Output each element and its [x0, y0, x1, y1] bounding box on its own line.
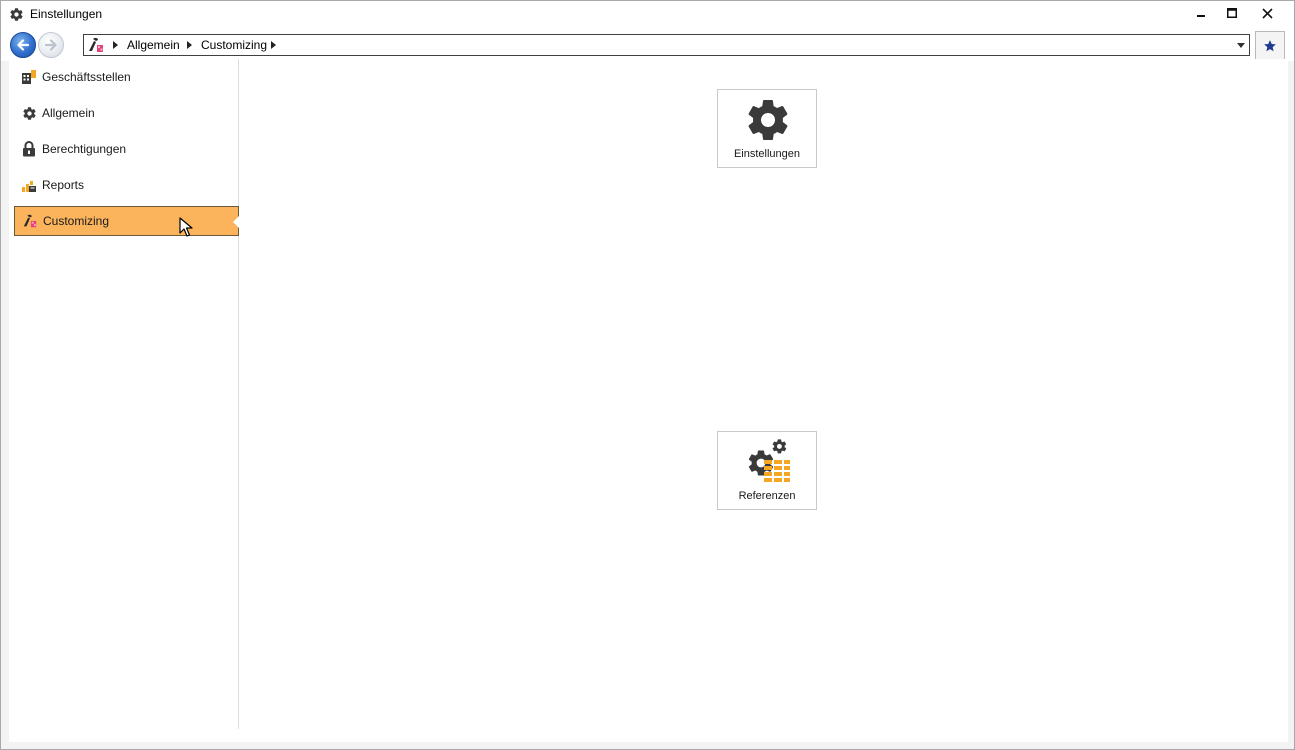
gear-icon	[10, 8, 23, 21]
sidebar-item-customizing[interactable]: Customizing	[14, 206, 239, 236]
sidebar-item-label: Berechtigungen	[42, 142, 127, 156]
gear-icon	[748, 100, 788, 141]
references-icon	[748, 439, 790, 482]
gear-icon	[21, 105, 37, 121]
minimize-button[interactable]	[1187, 1, 1217, 25]
tile-label: Referenzen	[738, 490, 796, 502]
active-indicator	[233, 216, 239, 228]
navigation-bar: Allgemein Customizing	[1, 28, 1294, 61]
reports-icon	[21, 177, 37, 193]
window-title: Einstellungen	[30, 7, 103, 21]
sidebar-item-geschaeftsstellen[interactable]: Geschäftsstellen	[14, 62, 239, 92]
sidebar-item-label: Customizing	[43, 214, 110, 228]
sidebar: Geschäftsstellen Allgemein Berechtigunge…	[9, 59, 239, 729]
sidebar-item-label: Allgemein	[42, 106, 95, 120]
breadcrumb-separator[interactable]	[271, 41, 276, 49]
breadcrumb-separator[interactable]	[113, 41, 118, 49]
sidebar-item-reports[interactable]: Reports	[14, 170, 239, 200]
close-button[interactable]	[1252, 1, 1282, 25]
lock-icon	[21, 141, 37, 157]
address-bar[interactable]: Allgemein Customizing	[83, 34, 1250, 56]
sidebar-item-allgemein[interactable]: Allgemein	[14, 98, 239, 128]
customizing-icon	[89, 37, 103, 52]
back-button[interactable]	[10, 32, 36, 58]
favorite-button[interactable]	[1255, 31, 1285, 60]
forward-button[interactable]	[38, 32, 64, 58]
customizing-icon	[22, 213, 38, 229]
star-icon	[1264, 39, 1276, 51]
tile-referenzen[interactable]: Referenzen	[717, 431, 817, 510]
settings-window: Einstellungen Allgemein Customizing Gesc…	[0, 0, 1295, 750]
sidebar-item-label: Geschäftsstellen	[42, 70, 131, 84]
mouse-cursor-icon	[179, 217, 193, 237]
sidebar-item-berechtigungen[interactable]: Berechtigungen	[14, 134, 239, 164]
breadcrumb-separator[interactable]	[187, 41, 192, 49]
chevron-down-icon[interactable]	[1237, 43, 1245, 48]
tile-label: Einstellungen	[733, 148, 801, 160]
title-bar: Einstellungen	[1, 1, 1294, 28]
arrow-right-icon	[44, 39, 57, 51]
close-icon	[1261, 7, 1273, 19]
breadcrumb-item-allgemein[interactable]: Allgemein	[127, 38, 180, 52]
arrow-left-icon	[17, 39, 30, 51]
maximize-icon	[1227, 8, 1237, 18]
breadcrumb-item-customizing[interactable]: Customizing	[201, 38, 267, 52]
sidebar-item-label: Reports	[42, 178, 85, 192]
maximize-button[interactable]	[1217, 1, 1247, 25]
minimize-icon	[1197, 15, 1205, 17]
tile-einstellungen[interactable]: Einstellungen	[717, 89, 817, 168]
content-area: Geschäftsstellen Allgemein Berechtigunge…	[9, 59, 1288, 742]
office-building-icon	[21, 69, 37, 85]
